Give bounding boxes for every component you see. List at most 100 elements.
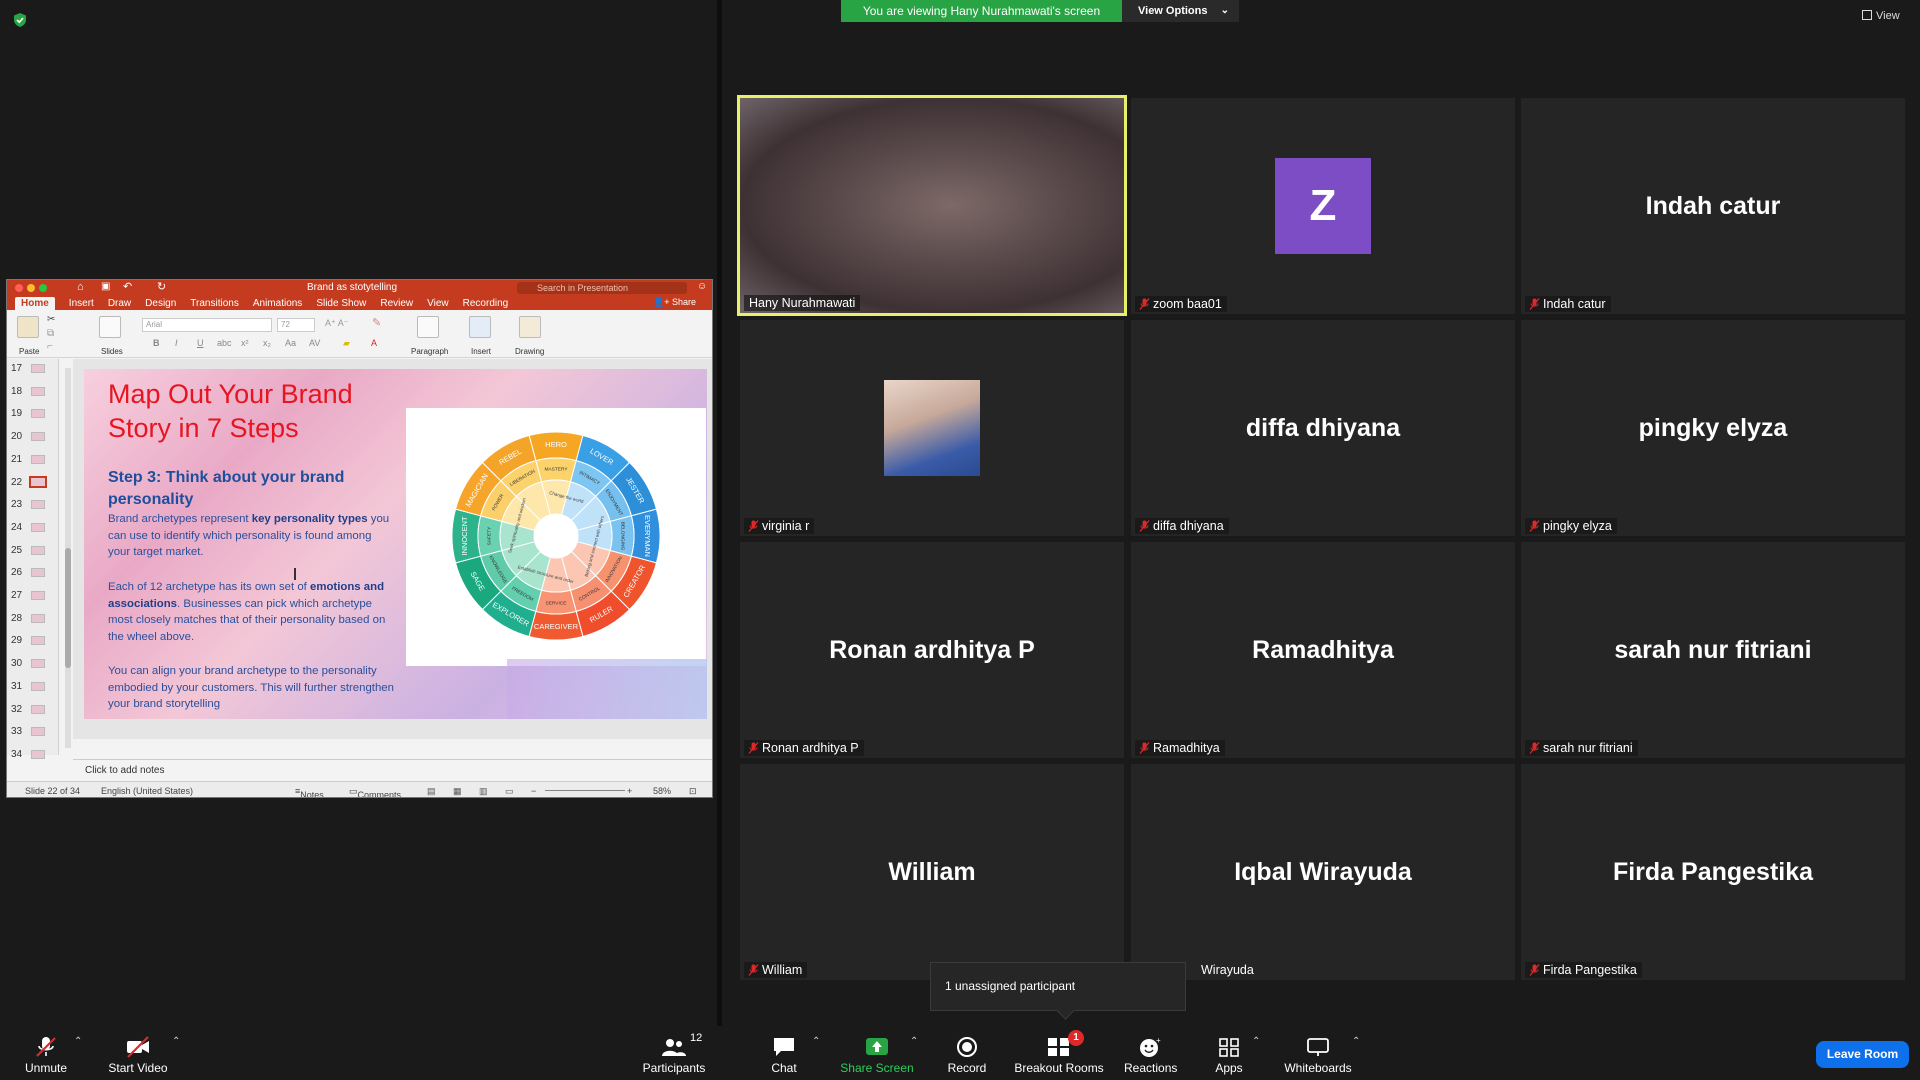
slide-thumbnail[interactable]: 24 xyxy=(7,518,59,540)
superscript-icon[interactable]: x² xyxy=(241,338,249,348)
bold-icon[interactable]: B xyxy=(153,338,160,348)
italic-icon[interactable]: I xyxy=(175,338,178,348)
slideshow-view-icon[interactable]: ▭ xyxy=(505,786,514,797)
home-icon[interactable]: ⌂ xyxy=(77,281,84,293)
font-family-select[interactable]: Arial xyxy=(142,318,272,332)
tab-animations[interactable]: Animations xyxy=(253,298,302,309)
tab-design[interactable]: Design xyxy=(145,298,176,309)
slide-thumbnail[interactable]: 34 xyxy=(7,745,59,767)
zoom-in-icon[interactable]: + xyxy=(627,786,632,796)
participant-tile[interactable]: Indah catur Indah catur xyxy=(1521,98,1905,314)
unassigned-participant-tooltip[interactable]: 1 unassigned participant xyxy=(930,962,1186,1011)
whiteboards-options-caret-icon[interactable]: ⌃ xyxy=(1352,1036,1360,1047)
start-video-button[interactable]: Start Video xyxy=(104,1030,172,1076)
slide-thumbnail[interactable]: 19 xyxy=(7,404,59,426)
slide-thumbnail[interactable]: 20 xyxy=(7,427,59,449)
slide-thumbnail[interactable]: 32 xyxy=(7,700,59,722)
thumbnail-scrollbar[interactable] xyxy=(65,368,71,748)
copy-icon[interactable]: ⧉ xyxy=(47,328,54,339)
zoom-slider[interactable] xyxy=(545,790,625,791)
tab-draw[interactable]: Draw xyxy=(108,298,131,309)
close-window-icon[interactable] xyxy=(15,284,23,292)
tab-slide-show[interactable]: Slide Show xyxy=(316,298,366,309)
slide-thumbnail[interactable]: 23 xyxy=(7,495,59,517)
fit-slide-icon[interactable]: ⊡ xyxy=(689,786,697,797)
video-options-caret-icon[interactable]: ⌃ xyxy=(172,1036,180,1047)
split-divider[interactable] xyxy=(717,0,722,1026)
zoom-level[interactable]: 58% xyxy=(653,786,671,796)
participant-tile[interactable]: pingky elyza pingky elyza xyxy=(1521,320,1905,536)
normal-view-icon[interactable]: ▤ xyxy=(427,786,436,797)
participant-tile[interactable]: William William xyxy=(740,764,1124,980)
sorter-view-icon[interactable]: ▦ xyxy=(453,786,462,797)
new-slide-icon[interactable] xyxy=(99,316,121,338)
subscript-icon[interactable]: x₂ xyxy=(263,338,271,348)
notes-toggle[interactable]: ≡ Notes xyxy=(295,786,324,797)
insert-icon[interactable] xyxy=(469,316,491,338)
tab-view[interactable]: View xyxy=(427,298,449,309)
participant-tile[interactable]: virginia r xyxy=(740,320,1124,536)
slide-thumbnail[interactable]: 31 xyxy=(7,677,59,699)
participant-tile[interactable]: Ramadhitya Ramadhitya xyxy=(1131,542,1515,758)
slide-thumbnail[interactable]: 29 xyxy=(7,631,59,653)
ppt-search-input[interactable]: Search in Presentation xyxy=(517,282,687,294)
notes-pane[interactable]: Click to add notes xyxy=(73,759,712,781)
change-case-icon[interactable]: Aa xyxy=(285,338,296,348)
drawing-icon[interactable] xyxy=(519,316,541,338)
slide-thumbnail[interactable]: 30 xyxy=(7,654,59,676)
gallery-view-button[interactable]: View xyxy=(1862,10,1900,22)
record-button[interactable]: Record xyxy=(944,1030,990,1076)
minimize-window-icon[interactable] xyxy=(27,284,35,292)
account-icon[interactable]: ☺ xyxy=(697,281,707,292)
clear-format-icon[interactable]: ✎ xyxy=(372,316,381,329)
participant-tile[interactable]: Zzoom baa01 xyxy=(1131,98,1515,314)
cut-icon[interactable]: ✂ xyxy=(47,314,55,325)
undo-icon[interactable]: ↶ xyxy=(123,280,132,293)
participant-tile[interactable]: Firda Pangestika Firda Pangestika xyxy=(1521,764,1905,980)
character-spacing-icon[interactable]: AV xyxy=(309,338,320,348)
apps-options-caret-icon[interactable]: ⌃ xyxy=(1252,1036,1260,1047)
ppt-share-button[interactable]: 👤+ Share xyxy=(653,297,696,308)
unmute-button[interactable]: Unmute xyxy=(18,1030,74,1076)
paragraph-icon[interactable] xyxy=(417,316,439,338)
zoom-window-icon[interactable] xyxy=(39,284,47,292)
participant-tile[interactable]: Iqbal Wirayuda Wirayuda xyxy=(1131,764,1515,980)
breakout-rooms-button[interactable]: 1 Breakout Rooms xyxy=(1014,1030,1104,1076)
highlight-icon[interactable]: ▰ xyxy=(343,338,350,349)
share-screen-button[interactable]: Share Screen xyxy=(840,1030,914,1076)
save-icon[interactable]: ▣ xyxy=(101,281,110,292)
reading-view-icon[interactable]: ▥ xyxy=(479,786,488,797)
slide-thumbnail-list[interactable]: 17 18 19 20 21 22 23 24 25 26 27 28 29 30 31 32 33 34 xyxy=(7,359,59,760)
whiteboards-button[interactable]: Whiteboards xyxy=(1282,1030,1354,1076)
format-painter-icon[interactable]: ⌐ xyxy=(47,341,53,352)
paste-icon[interactable] xyxy=(17,316,39,338)
view-options-button[interactable]: View Options ⌄ xyxy=(1122,0,1239,22)
tab-home[interactable]: Home xyxy=(15,296,55,310)
slide-thumbnail[interactable]: 22 xyxy=(7,473,59,495)
slide-thumbnail[interactable]: 17 xyxy=(7,359,59,381)
leave-room-button[interactable]: Leave Room xyxy=(1816,1041,1909,1068)
increase-font-icon[interactable]: A⁺ A⁻ xyxy=(325,318,349,329)
language-indicator[interactable]: English (United States) xyxy=(101,786,193,796)
slide-thumbnail[interactable]: 26 xyxy=(7,563,59,585)
participant-tile[interactable]: diffa dhiyana diffa dhiyana xyxy=(1131,320,1515,536)
reactions-button[interactable]: + Reactions xyxy=(1124,1030,1177,1076)
participants-button[interactable]: 12 Participants xyxy=(640,1030,708,1076)
strikethrough-icon[interactable]: abc xyxy=(217,338,232,348)
tab-recording[interactable]: Recording xyxy=(463,298,509,309)
chat-options-caret-icon[interactable]: ⌃ xyxy=(812,1036,820,1047)
redo-icon[interactable]: ↻ xyxy=(157,280,166,293)
participant-tile[interactable]: sarah nur fitriani sarah nur fitriani xyxy=(1521,542,1905,758)
slide-22[interactable]: Map Out Your Brand Story in 7 Steps Step… xyxy=(84,369,707,719)
font-color-icon[interactable]: A xyxy=(371,338,377,348)
apps-button[interactable]: Apps xyxy=(1210,1030,1248,1076)
slide-thumbnail[interactable]: 27 xyxy=(7,586,59,608)
tab-insert[interactable]: Insert xyxy=(69,298,94,309)
underline-icon[interactable]: U xyxy=(197,338,204,348)
slide-thumbnail[interactable]: 25 xyxy=(7,541,59,563)
participant-tile[interactable]: Hany Nurahmawati xyxy=(737,95,1127,316)
slide-thumbnail[interactable]: 21 xyxy=(7,450,59,472)
tab-review[interactable]: Review xyxy=(380,298,413,309)
chat-button[interactable]: Chat xyxy=(764,1030,804,1076)
zoom-out-icon[interactable]: − xyxy=(531,786,536,796)
